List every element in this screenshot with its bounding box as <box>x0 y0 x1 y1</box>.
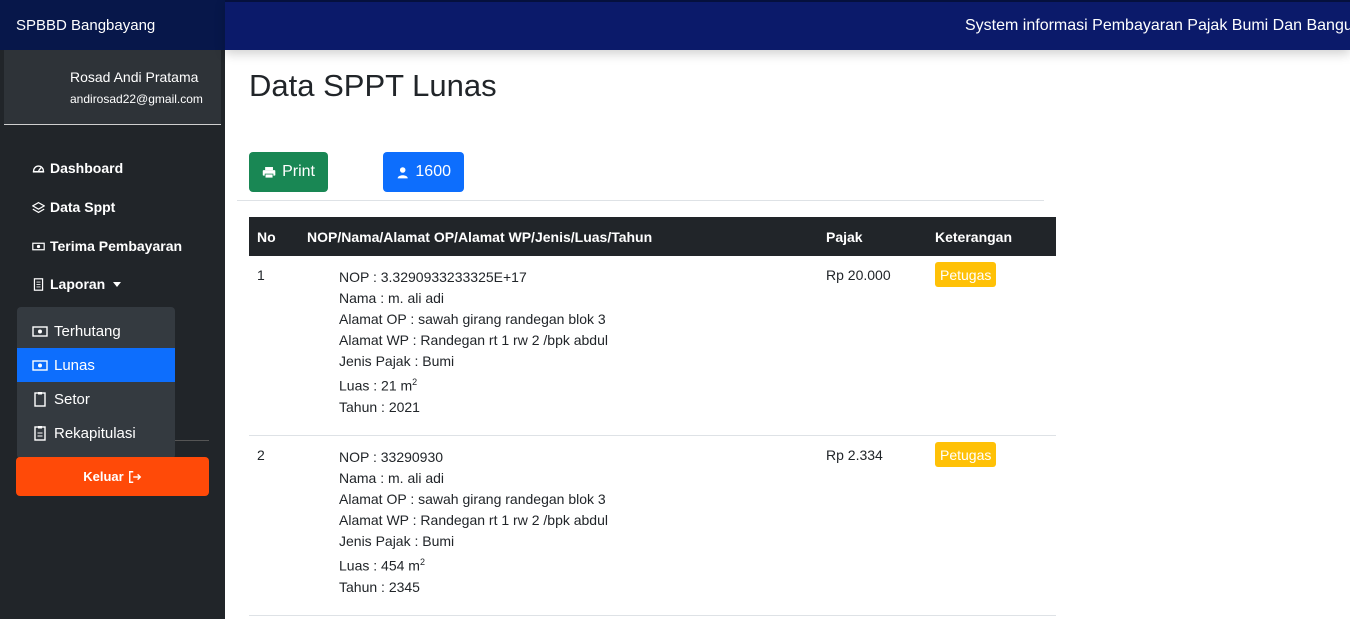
row-luas-sup: 2 <box>419 557 425 567</box>
header-detail: NOP/Nama/Alamat OP/Alamat WP/Jenis/Luas/… <box>307 229 653 245</box>
dropdown-item-label: Terhutang <box>54 322 121 340</box>
status-badge: Petugas <box>935 262 997 287</box>
laporan-dropdown-menu: Terhutang Lunas Setor Rekapitulasi <box>17 307 175 459</box>
gauge-icon <box>32 164 45 173</box>
row-alamat-op: Alamat OP : sawah girang randegan blok 3 <box>339 311 606 327</box>
dropdown-item-label: Setor <box>54 390 90 408</box>
marquee-text: System informasi Pembayaran Pajak Bumi D… <box>965 17 1350 34</box>
row-no: 1 <box>257 267 265 283</box>
table-row: 2 NOP : 33290930 Nama : m. ali adi Alama… <box>249 436 1056 616</box>
logout-button[interactable]: Keluar <box>16 457 209 496</box>
nav-dashboard[interactable]: Dashboard <box>32 160 123 176</box>
layers-icon <box>32 201 45 213</box>
row-detail: NOP : 3.3290933233325E+17 Nama : m. ali … <box>339 267 608 418</box>
status-badge: Petugas <box>935 442 997 467</box>
nav-data-sppt[interactable]: Data Sppt <box>32 199 115 215</box>
row-jenis: Jenis Pajak : Bumi <box>339 353 455 369</box>
header-no: No <box>257 229 276 245</box>
row-alamat-wp: Alamat WP : Randegan rt 1 rw 2 /bpk abdu… <box>339 512 608 528</box>
row-pajak: Rp 20.000 <box>826 267 891 283</box>
printer-icon <box>262 166 276 178</box>
top-navbar: System informasi Pembayaran Pajak Bumi D… <box>225 0 1350 50</box>
cash-icon <box>32 242 45 250</box>
row-nama: Nama : m. ali adi <box>339 470 445 486</box>
nav-dashboard-label: Dashboard <box>50 160 124 176</box>
dropdown-item-label: Lunas <box>54 356 95 374</box>
user-panel: Rosad Andi Pratama andirosad22@gmail.com <box>4 50 221 125</box>
row-tahun: Tahun : 2021 <box>339 398 420 415</box>
row-alamat-wp: Alamat WP : Randegan rt 1 rw 2 /bpk abdu… <box>339 332 608 348</box>
document-icon <box>33 277 44 291</box>
nav-laporan[interactable]: Laporan <box>32 276 122 292</box>
user-icon <box>397 166 408 178</box>
logout-label: Keluar <box>83 469 124 484</box>
row-nop: NOP : 33290930 <box>339 449 444 465</box>
row-pajak: Rp 2.334 <box>826 447 883 463</box>
row-no: 2 <box>257 447 265 463</box>
sidebar: Rosad Andi Pratama andirosad22@gmail.com… <box>0 50 225 619</box>
user-name: Rosad Andi Pratama <box>70 69 199 85</box>
dropdown-item-rekapitulasi[interactable]: Rekapitulasi <box>17 416 175 450</box>
dropdown-item-label: Rekapitulasi <box>54 424 136 442</box>
record-count-button[interactable]: 1600 <box>383 152 464 192</box>
divider-line <box>237 200 1044 201</box>
sign-out-icon <box>128 470 141 483</box>
header-keterangan: Keterangan <box>935 229 1013 245</box>
nav-laporan-label: Laporan <box>50 276 106 292</box>
table-header: No NOP/Nama/Alamat OP/Alamat WP/Jenis/Lu… <box>249 217 1056 256</box>
nav-terima-label: Terima Pembayaran <box>50 238 183 254</box>
dropdown-item-setor[interactable]: Setor <box>17 382 175 416</box>
cash-icon <box>32 360 48 371</box>
print-button-label: Print <box>282 163 315 180</box>
row-nama: Nama : m. ali adi <box>339 290 445 306</box>
brand-title[interactable]: SPBBD Bangbayang <box>0 0 225 50</box>
row-alamat-op: Alamat OP : sawah girang randegan blok 3 <box>339 491 606 507</box>
print-button[interactable]: Print <box>249 152 328 192</box>
nav-terima-pembayaran[interactable]: Terima Pembayaran <box>32 238 182 254</box>
table-row: 1 NOP : 3.3290933233325E+17 Nama : m. al… <box>249 256 1056 436</box>
row-luas: Luas : 454 m <box>339 557 420 574</box>
nav-data-sppt-label: Data Sppt <box>50 199 116 215</box>
cash-icon <box>32 326 48 337</box>
record-count-label: 1600 <box>415 163 451 180</box>
dropdown-item-terhutang[interactable]: Terhutang <box>17 314 175 348</box>
row-luas-line: Luas : 21 m2 <box>339 372 608 397</box>
sppt-table: No NOP/Nama/Alamat OP/Alamat WP/Jenis/Lu… <box>249 217 1056 616</box>
clipboard-list-icon <box>34 426 46 441</box>
header-pajak: Pajak <box>826 229 863 245</box>
dropdown-item-lunas[interactable]: Lunas <box>17 348 175 382</box>
row-luas-sup: 2 <box>412 377 418 387</box>
row-nop: NOP : 3.3290933233325E+17 <box>339 269 527 285</box>
row-jenis: Jenis Pajak : Bumi <box>339 533 455 549</box>
row-detail: NOP : 33290930 Nama : m. ali adi Alamat … <box>339 447 608 598</box>
clipboard-icon <box>34 392 46 407</box>
row-luas: Luas : 21 m <box>339 377 413 394</box>
page-title: Data SPPT Lunas <box>249 68 497 103</box>
row-tahun: Tahun : 2345 <box>339 578 420 595</box>
sidebar-divider <box>175 440 209 441</box>
caret-down-icon <box>113 281 122 287</box>
user-email: andirosad22@gmail.com <box>70 92 203 106</box>
row-luas-line: Luas : 454 m2 <box>339 552 608 577</box>
